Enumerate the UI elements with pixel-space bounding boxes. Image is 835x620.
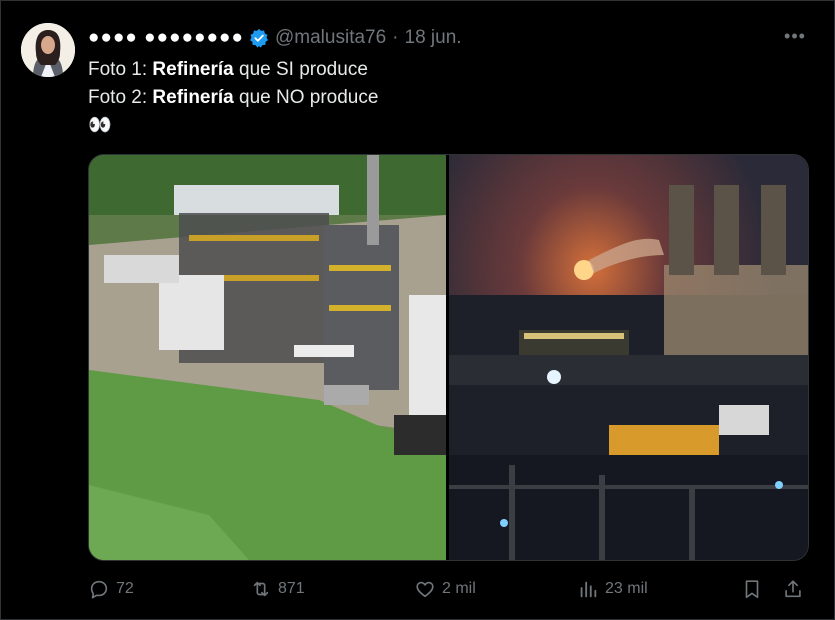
views-icon [580, 581, 597, 598]
reply-icon [90, 580, 108, 599]
bookmark-button[interactable] [741, 578, 769, 600]
refinery-daytime-photo[interactable] [89, 155, 446, 560]
heart-icon [416, 581, 434, 598]
tweet-date[interactable]: 18 jun. [405, 27, 462, 49]
like-count: 2 mil [442, 580, 476, 597]
like-button[interactable]: 2 mil [414, 578, 476, 600]
views-count: 23 mil [605, 580, 648, 597]
avatar-image [21, 23, 75, 77]
tweet-media[interactable] [88, 154, 809, 561]
more-options-icon[interactable]: ••• [782, 26, 808, 50]
eyes-emoji: 👀 [88, 115, 112, 136]
reply-count: 72 [116, 580, 134, 597]
tweet-text: Foto 1: Refinería que SI produce Foto 2:… [88, 56, 378, 140]
tweet-header: ●●●● ●●●●●●●● @malusita76 · 18 jun. [88, 25, 462, 51]
header-separator: · [392, 27, 399, 48]
repost-icon [253, 581, 269, 597]
tweet-line-1: Foto 1: Refinería que SI produce [88, 59, 368, 80]
avatar[interactable] [21, 23, 75, 77]
repost-count: 871 [278, 580, 305, 597]
share-icon [785, 580, 801, 598]
views-button[interactable]: 23 mil [577, 578, 648, 600]
refinery-night-photo[interactable] [449, 155, 808, 560]
share-button[interactable] [782, 578, 810, 600]
repost-button[interactable]: 871 [250, 578, 305, 600]
verified-badge-icon [250, 28, 268, 48]
author-name[interactable]: ●●●● ●●●●●●●● [88, 27, 244, 49]
reply-button[interactable]: 72 [88, 578, 134, 600]
tweet-actions: 72 871 2 mil 23 mil [0, 578, 835, 606]
bookmark-icon [745, 580, 759, 599]
tweet-line-2: Foto 2: Refinería que NO produce [88, 87, 379, 108]
author-handle[interactable]: @malusita76 [275, 27, 386, 49]
